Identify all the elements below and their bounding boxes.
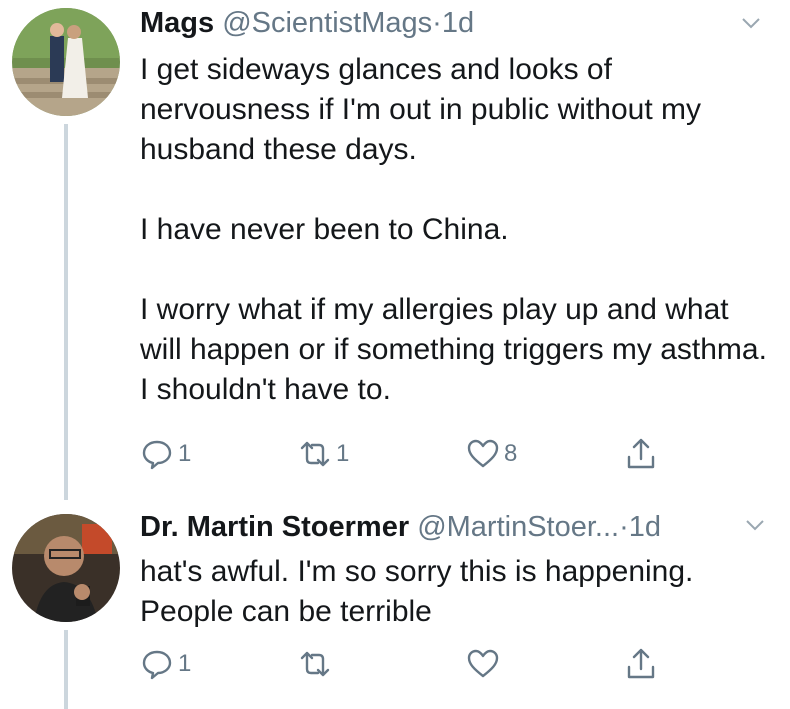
tweet-actions: 1 1 8	[140, 434, 700, 474]
like-button[interactable]: 8	[466, 434, 517, 474]
avatar[interactable]	[12, 8, 120, 116]
tweet-header: Mags @ScientistMags·1d	[140, 6, 474, 40]
display-name[interactable]: Mags	[140, 7, 214, 39]
share-icon	[627, 438, 655, 469]
separator: ·	[432, 7, 442, 39]
heart-icon	[467, 439, 499, 468]
tweet-header: Dr. Martin Stoermer @MartinStoer...·1d	[140, 510, 661, 544]
reply-count: 1	[178, 440, 192, 467]
chevron-down-icon	[746, 520, 764, 531]
timestamp[interactable]: 1d	[442, 7, 474, 39]
retweet-button[interactable]: 1	[298, 434, 349, 474]
chevron-down-icon	[742, 18, 760, 29]
reply-icon	[142, 650, 172, 680]
tweet-text: hat's awful. I'm so sorry this is happen…	[140, 555, 694, 628]
thread-line	[64, 630, 68, 709]
more-menu-button[interactable]	[744, 514, 766, 536]
share-icon	[627, 648, 655, 679]
tweet-actions: 1	[140, 644, 700, 684]
reply-button[interactable]: 1	[140, 434, 191, 474]
reply-count: 1	[178, 650, 192, 677]
handle[interactable]: @ScientistMags	[222, 7, 432, 39]
thread-line	[64, 124, 68, 500]
retweet-icon	[300, 651, 330, 677]
retweet-count: 1	[336, 440, 350, 467]
share-button[interactable]	[624, 644, 658, 684]
heart-icon	[467, 649, 499, 678]
retweet-icon	[300, 441, 330, 467]
more-menu-button[interactable]	[740, 12, 762, 34]
tweet-text: I get sideways glances and looks of nerv…	[140, 53, 767, 406]
timestamp[interactable]: 1d	[629, 511, 661, 543]
handle[interactable]: @MartinStoer...	[417, 511, 619, 543]
like-button[interactable]	[466, 644, 504, 684]
retweet-button[interactable]	[298, 644, 336, 684]
display-name[interactable]: Dr. Martin Stoermer	[140, 511, 409, 543]
like-count: 8	[504, 440, 518, 467]
reply-icon	[142, 440, 172, 470]
share-button[interactable]	[624, 434, 658, 474]
separator: ·	[619, 511, 629, 543]
reply-button[interactable]: 1	[140, 644, 191, 684]
avatar[interactable]	[12, 514, 120, 622]
